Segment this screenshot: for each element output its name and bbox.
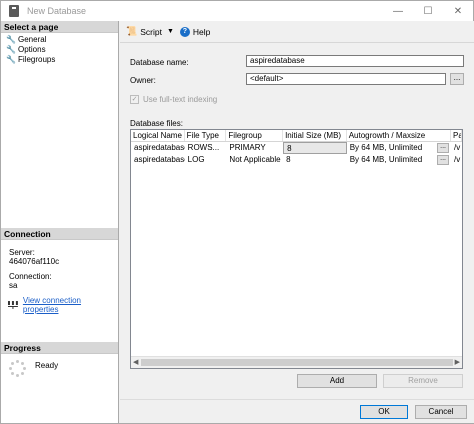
title-bar: New Database — ☐ ✕ [1, 1, 473, 21]
page-item-label: Options [18, 44, 46, 54]
remove-button[interactable]: Remove [383, 374, 463, 388]
progress-section: Progress Ready [1, 342, 118, 378]
script-icon: 📜 [126, 26, 138, 36]
cell-path[interactable]: /v [451, 142, 462, 154]
cell-file-type[interactable]: LOG [185, 154, 227, 166]
table-row[interactable]: aspiredatabase ROWS... PRIMARY 8 By 64 M… [131, 142, 462, 154]
server-label: Server: [9, 248, 35, 257]
col-filegroup[interactable]: Filegroup [226, 130, 284, 141]
database-name-input[interactable]: aspiredatabase [246, 55, 464, 67]
fulltext-checkbox[interactable]: ✓ [130, 95, 139, 104]
cell-path[interactable]: /v [451, 154, 462, 166]
progress-header: Progress [1, 342, 118, 354]
help-button[interactable]: ? Help [179, 26, 211, 37]
connection-label: Connection: [9, 272, 52, 281]
connection-value: sa [9, 281, 18, 290]
maximize-button[interactable]: ☐ [413, 1, 443, 21]
cell-filegroup[interactable]: PRIMARY [226, 142, 283, 154]
dialog-button-bar: OK Cancel [120, 399, 474, 423]
fulltext-label: Use full-text indexing [143, 95, 218, 104]
database-files-grid: Logical Name File Type Filegroup Initial… [130, 129, 463, 369]
page-item-label: General [18, 34, 47, 44]
view-connection-properties[interactable]: View connection properties [1, 296, 118, 314]
cell-initial-size[interactable]: 8 [283, 142, 347, 154]
view-connection-link[interactable]: View connection properties [23, 296, 118, 314]
new-database-window: New Database — ☐ ✕ Select a page 🔧 Gener… [0, 0, 474, 424]
cell-autogrowth[interactable]: By 64 MB, Unlimited ... [347, 154, 451, 166]
cell-logical-name[interactable]: aspiredatabase [131, 142, 185, 154]
cell-filegroup[interactable]: Not Applicable [226, 154, 283, 166]
wrench-icon: 🔧 [6, 44, 16, 54]
autogrowth-text: By 64 MB, Unlimited [349, 155, 423, 164]
col-initial-size[interactable]: Initial Size (MB) [283, 130, 347, 141]
autogrowth-text: By 64 MB, Unlimited [349, 143, 423, 152]
fulltext-checkbox-row[interactable]: ✓ Use full-text indexing [130, 95, 217, 104]
script-button[interactable]: 📜 Script ▼ [126, 26, 174, 37]
network-icon [7, 301, 18, 309]
help-label: Help [192, 26, 211, 37]
owner-label: Owner: [130, 76, 156, 85]
col-autogrowth[interactable]: Autogrowth / Maxsize [347, 130, 452, 141]
window-controls: — ☐ ✕ [383, 1, 473, 21]
chevron-down-icon[interactable]: ▼ [167, 28, 174, 35]
cancel-button[interactable]: Cancel [415, 405, 467, 419]
cell-logical-name[interactable]: aspiredatabase [131, 154, 185, 166]
cell-initial-size[interactable]: 8 [283, 154, 347, 166]
cell-file-type[interactable]: ROWS... [185, 142, 227, 154]
database-name-label: Database name: [130, 58, 189, 67]
autogrowth-browse-button[interactable]: ... [437, 155, 450, 165]
toolbar: 📜 Script ▼ ? Help [120, 21, 474, 43]
owner-input[interactable]: <default> [246, 73, 446, 85]
col-file-type[interactable]: File Type [185, 130, 227, 141]
server-value: 464076af110c [9, 257, 60, 266]
page-item-label: Filegroups [18, 54, 56, 64]
owner-browse-button[interactable]: ... [450, 73, 464, 85]
window-title: New Database [27, 6, 87, 16]
page-item-filegroups[interactable]: 🔧 Filegroups [1, 54, 118, 64]
col-logical-name[interactable]: Logical Name [131, 130, 185, 141]
progress-status: Ready [35, 361, 59, 370]
page-item-options[interactable]: 🔧 Options [1, 44, 118, 54]
minimize-button[interactable]: — [383, 1, 413, 21]
table-row[interactable]: aspiredatabase LOG Not Applicable 8 By 6… [131, 154, 462, 166]
help-icon: ? [179, 26, 190, 37]
col-path[interactable]: Pa [451, 130, 462, 141]
page-item-general[interactable]: 🔧 General [1, 34, 118, 44]
autogrowth-browse-button[interactable]: ... [437, 143, 450, 153]
scrollbar-thumb[interactable] [141, 359, 453, 366]
horizontal-scrollbar[interactable]: ◀ ▶ [131, 356, 462, 368]
close-button[interactable]: ✕ [443, 1, 473, 21]
app-icon [9, 5, 19, 17]
grid-header: Logical Name File Type Filegroup Initial… [131, 130, 462, 142]
cell-autogrowth[interactable]: By 64 MB, Unlimited ... [347, 142, 451, 154]
connection-header: Connection [1, 228, 118, 240]
scroll-right-icon[interactable]: ▶ [455, 358, 460, 366]
connection-section: Connection Server: 464076af110c Connecti… [1, 228, 118, 314]
database-files-label: Database files: [130, 119, 183, 128]
wrench-icon: 🔧 [6, 54, 16, 64]
right-pane: 📜 Script ▼ ? Help Database name: aspired… [120, 21, 474, 399]
ok-button[interactable]: OK [360, 405, 408, 419]
select-page-header: Select a page [1, 21, 118, 33]
script-label: Script [140, 26, 162, 37]
scroll-left-icon[interactable]: ◀ [133, 358, 138, 366]
add-button[interactable]: Add [297, 374, 377, 388]
wrench-icon: 🔧 [6, 34, 16, 44]
progress-spinner-icon [9, 360, 27, 378]
left-pane: Select a page 🔧 General 🔧 Options 🔧 File… [1, 21, 119, 423]
